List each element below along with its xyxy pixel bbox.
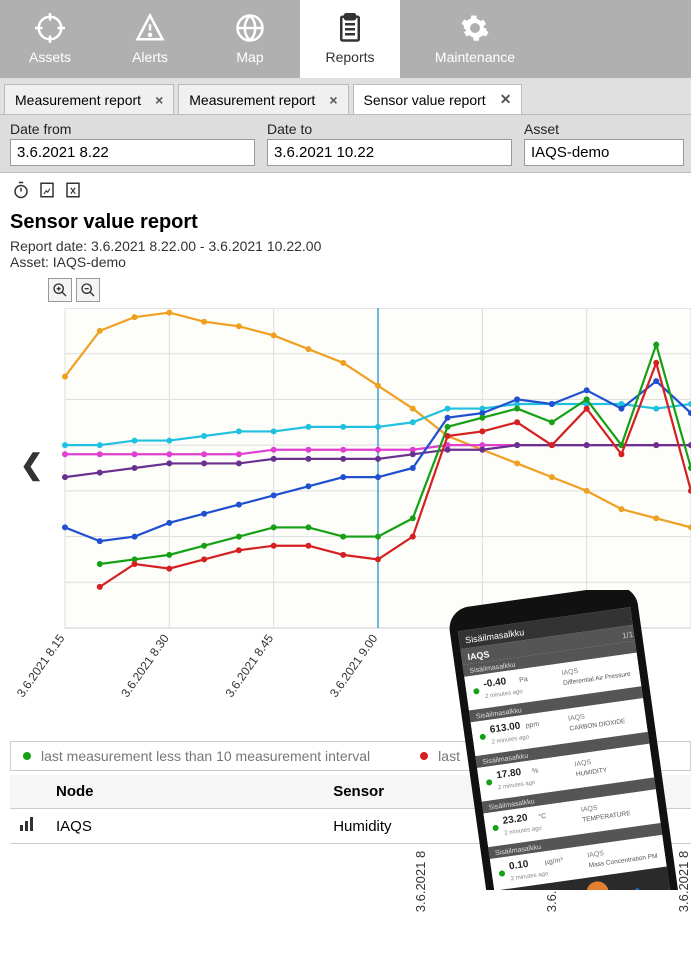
top-nav: Assets Alerts Map Reports Maintenance bbox=[0, 0, 691, 78]
gear-icon bbox=[460, 13, 490, 43]
close-icon[interactable]: ✕ bbox=[500, 91, 512, 108]
nav-label: Assets bbox=[29, 49, 71, 65]
close-icon[interactable]: × bbox=[155, 92, 163, 108]
th-icon bbox=[10, 775, 46, 809]
date-to-input[interactable] bbox=[267, 139, 512, 166]
filter-row: Date from Date to Asset bbox=[0, 115, 691, 173]
nav-alerts[interactable]: Alerts bbox=[100, 0, 200, 78]
legend-red-text: last bbox=[438, 748, 460, 764]
nav-map[interactable]: Map bbox=[200, 0, 300, 78]
sensor-chart[interactable]: 3.6.2021 8.15 3.6.2021 8.30 3.6.2021 8.45 3… bbox=[10, 308, 691, 728]
alert-triangle-icon bbox=[135, 13, 165, 43]
zoom-controls bbox=[0, 274, 691, 306]
tab-sensor-value[interactable]: Sensor value report ✕ bbox=[353, 84, 523, 114]
stopwatch-icon[interactable] bbox=[10, 179, 32, 201]
chart-area: ❮ 3.6.2021 8.15 3.6.2021 8.30 3.6.2021 8.4… bbox=[10, 308, 691, 731]
tab-label: Measurement report bbox=[189, 92, 315, 108]
tab-label: Sensor value report bbox=[364, 92, 486, 108]
filter-date-from: Date from bbox=[10, 121, 255, 166]
legend: last measurement less than 10 measuremen… bbox=[10, 741, 691, 771]
bottom-ticks: 3.6.2021 8 3.6.2021 8 3.6.2021 8 bbox=[0, 844, 691, 889]
filter-date-to: Date to bbox=[267, 121, 512, 166]
nav-reports[interactable]: Reports bbox=[300, 0, 400, 78]
report-title: Sensor value report bbox=[10, 211, 681, 234]
asset-input[interactable] bbox=[524, 139, 684, 166]
close-icon[interactable]: × bbox=[329, 92, 337, 108]
report-asset-line: Asset: IAQS-demo bbox=[10, 254, 681, 270]
zoom-out-icon[interactable] bbox=[76, 278, 100, 302]
zoom-in-icon[interactable] bbox=[48, 278, 72, 302]
date-from-label: Date from bbox=[10, 121, 255, 137]
nav-label: Reports bbox=[325, 49, 374, 65]
table-row[interactable]: IAQS Humidity bbox=[10, 809, 691, 844]
tab-label: Measurement report bbox=[15, 92, 141, 108]
svg-text:3.6.2021 8.15: 3.6.2021 8.15 bbox=[14, 631, 68, 699]
asset-label: Asset bbox=[524, 121, 684, 137]
nav-label: Alerts bbox=[132, 49, 168, 65]
tabs-row: Measurement report × Measurement report … bbox=[0, 78, 691, 115]
svg-text:3.6.2021 9.00: 3.6.2021 9.00 bbox=[327, 631, 381, 699]
date-from-input[interactable] bbox=[10, 139, 255, 166]
export-pdf-icon[interactable] bbox=[36, 179, 58, 201]
nav-label: Maintenance bbox=[435, 49, 515, 65]
tab-measurement-1[interactable]: Measurement report × bbox=[4, 84, 174, 114]
legend-green-text: last measurement less than 10 measuremen… bbox=[41, 748, 370, 764]
nav-label: Map bbox=[236, 49, 263, 65]
nav-assets[interactable]: Assets bbox=[0, 0, 100, 78]
nav-maintenance[interactable]: Maintenance bbox=[400, 0, 550, 78]
filter-asset: Asset bbox=[524, 121, 684, 166]
report-header: Sensor value report Report date: 3.6.202… bbox=[0, 207, 691, 274]
toolbar bbox=[0, 173, 691, 207]
legend-dot-red bbox=[420, 752, 428, 760]
chart-icon bbox=[10, 809, 46, 844]
th-sensor[interactable]: Sensor bbox=[323, 775, 691, 809]
svg-text:3.6.2021 8.45: 3.6.2021 8.45 bbox=[223, 631, 277, 699]
export-excel-icon[interactable] bbox=[62, 179, 84, 201]
tick: 3.6.2021 8 bbox=[413, 851, 428, 912]
clipboard-icon bbox=[335, 13, 365, 43]
tick: 3.6.2021 8 bbox=[545, 851, 560, 912]
cell-sensor: Humidity bbox=[323, 809, 691, 844]
tick: 3.6.2021 8 bbox=[676, 851, 691, 912]
th-node[interactable]: Node bbox=[46, 775, 323, 809]
legend-dot-green bbox=[23, 752, 31, 760]
cell-node: IAQS bbox=[46, 809, 323, 844]
globe-icon bbox=[235, 13, 265, 43]
crosshair-icon bbox=[35, 13, 65, 43]
date-to-label: Date to bbox=[267, 121, 512, 137]
report-date-line: Report date: 3.6.2021 8.22.00 - 3.6.2021… bbox=[10, 238, 681, 254]
chart-prev-icon[interactable]: ❮ bbox=[20, 448, 43, 481]
svg-text:3.6.2021 8.30: 3.6.2021 8.30 bbox=[118, 631, 172, 699]
tab-measurement-2[interactable]: Measurement report × bbox=[178, 84, 348, 114]
sensor-table: Node Sensor IAQS Humidity bbox=[10, 775, 691, 844]
